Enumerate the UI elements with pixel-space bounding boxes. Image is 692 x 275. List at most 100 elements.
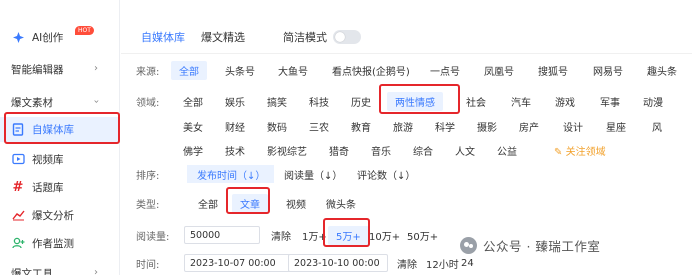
field-option[interactable]: 旅游 [393,119,413,134]
video-icon [11,152,25,166]
type-option[interactable]: 全部 [198,196,218,211]
sidebar-item-media-library[interactable]: 自媒体库 [0,117,120,142]
tab-hot-picks[interactable]: 爆文精选 [201,29,245,45]
field-option[interactable]: 历史 [351,94,371,109]
time-option[interactable]: 12小时 [426,256,459,271]
source-option[interactable]: 一点号 [430,63,460,78]
tab-bar: 自媒体库 爆文精选 简洁模式 [141,27,361,47]
source-option[interactable]: 搜狐号 [538,63,568,78]
sidebar-item-hot-tools[interactable]: 爆文工具 › [0,262,120,275]
sidebar-item-author-monitor[interactable]: 作者监测 [0,232,120,254]
sidebar-item-topic-library[interactable]: # 话题库 [0,176,120,198]
sort-option[interactable]: 评论数（↓） [357,167,415,182]
field-option[interactable]: 娱乐 [225,94,245,109]
source-option[interactable]: 大鱼号 [278,63,308,78]
time-option[interactable]: 24 [461,258,474,269]
sidebar-item-label: 爆文素材 [11,96,53,109]
field-option[interactable]: 美女 [183,119,203,134]
field-option[interactable]: 数码 [267,119,287,134]
field-option[interactable]: 科技 [309,94,329,109]
field-option[interactable]: 社会 [466,94,486,109]
field-option[interactable]: 技术 [225,143,245,158]
sidebar-item-label: 爆文分析 [32,209,74,222]
type-label: 类型: [136,199,160,211]
field-option[interactable]: 动漫 [643,94,663,109]
field-option[interactable]: 猎奇 [329,143,349,158]
field-option[interactable]: 综合 [413,143,433,158]
sidebar-item-label: AI创作 [32,31,64,44]
field-filter-row: 领域: 全部 娱乐 搞笑 科技 历史 两性情感 社会 汽车 游戏 军事 动漫 [121,91,692,111]
reads-option-selected[interactable]: 5万+ [328,225,369,245]
document-icon [11,123,25,137]
field-option[interactable]: 科学 [435,119,455,134]
time-label: 时间: [136,259,160,271]
sidebar-item-label: 爆文工具 [11,267,53,275]
edit-icon: ✎ [554,146,563,158]
type-option[interactable]: 视频 [286,196,306,211]
reads-label: 阅读量: [136,231,170,243]
field-option[interactable]: 教育 [351,119,371,134]
sidebar-item-label: 智能编辑器 [11,63,64,76]
sort-option[interactable]: 阅读量（↓） [284,167,342,182]
field-option-selected[interactable]: 两性情感 [387,91,443,111]
reads-row: 阅读量: 50000 清除 1万+ 5万+ 10万+ 50万+ [121,225,692,245]
source-option[interactable]: 看点快报(企鹅号) [332,63,410,78]
reads-clear-button[interactable]: 清除 [271,228,291,243]
source-option[interactable]: 凤凰号 [484,63,514,78]
source-option[interactable]: 全部 [171,60,207,80]
field-filter-row: 美女 财经 数码 三农 教育 旅游 科学 摄影 房产 设计 星座 风 [121,116,692,136]
field-option[interactable]: 财经 [225,119,245,134]
hash-icon: # [12,179,24,195]
reads-option[interactable]: 50万+ [407,228,438,243]
type-option[interactable]: 微头条 [326,196,356,211]
sort-option-selected[interactable]: 发布时间（↓） [197,167,265,182]
field-option[interactable]: 设计 [563,119,583,134]
tab-media-library[interactable]: 自媒体库 [141,29,185,45]
sidebar: AI创作 HOT 智能编辑器 › 爆文素材 › 自媒体库 视频库 # 话题库 爆… [0,0,120,275]
reads-option[interactable]: 1万+ [302,228,327,243]
reads-input[interactable]: 50000 [184,226,260,244]
field-option[interactable]: 房产 [519,119,539,134]
source-option[interactable]: 网易号 [593,63,623,78]
time-row: 时间: 2023-10-07 00:00 2023-10-10 00:00 清除… [121,253,692,273]
reads-option[interactable]: 10万+ [369,228,400,243]
field-option[interactable]: 公益 [497,143,517,158]
field-filter-row: 佛学 技术 影视综艺 猎奇 音乐 综合 人文 公益 ✎ 关注领域 [121,140,692,160]
time-clear-button[interactable]: 清除 [397,256,417,271]
field-option[interactable]: 军事 [600,94,620,109]
field-option[interactable]: 搞笑 [267,94,287,109]
sidebar-item-video-library[interactable]: 视频库 [0,148,120,170]
field-option[interactable]: 三农 [309,119,329,134]
divider [121,53,692,54]
start-time-input[interactable]: 2023-10-07 00:00 [184,254,296,272]
field-option[interactable]: 汽车 [511,94,531,109]
main-content: 自媒体库 爆文精选 简洁模式 来源: 全部 头条号 大鱼号 看点快报(企鹅号) … [121,0,692,275]
ai-icon [11,30,25,44]
follow-field-link[interactable]: ✎ 关注领域 [554,143,606,158]
field-option[interactable]: 影视综艺 [267,143,307,158]
sidebar-item-label: 作者监测 [32,237,74,250]
end-time-input[interactable]: 2023-10-10 00:00 [288,254,388,272]
sort-row: 排序: 发布时间（↓） 阅读量（↓） 评论数（↓） [121,164,692,184]
field-option[interactable]: 音乐 [371,143,391,158]
field-option[interactable]: 全部 [183,94,203,109]
source-filter-row: 来源: 全部 头条号 大鱼号 看点快报(企鹅号) 一点号 凤凰号 搜狐号 网易号… [121,60,692,80]
field-option[interactable]: 佛学 [183,143,203,158]
simple-mode-toggle[interactable] [333,30,361,44]
source-option[interactable]: 头条号 [225,63,255,78]
field-option[interactable]: 摄影 [477,119,497,134]
sidebar-item-hot-analysis[interactable]: 爆文分析 [0,204,120,226]
follow-field-label: 关注领域 [565,146,606,158]
simple-mode-label: 简洁模式 [283,31,327,44]
field-option[interactable]: 星座 [606,119,626,134]
field-option[interactable]: 风 [652,119,662,134]
sidebar-item-smart-editor[interactable]: 智能编辑器 › [0,58,120,80]
source-option[interactable]: 趣头条 [647,63,677,78]
sidebar-item-ai-create[interactable]: AI创作 HOT [0,26,120,48]
field-option[interactable]: 人文 [455,143,475,158]
field-option[interactable]: 游戏 [555,94,575,109]
chart-icon [11,208,25,222]
sidebar-item-hot-material[interactable]: 爆文素材 › [0,91,120,113]
watermark-text: 公众号 · 臻瑞工作室 [483,239,601,254]
type-option-selected[interactable]: 文章 [232,193,268,213]
